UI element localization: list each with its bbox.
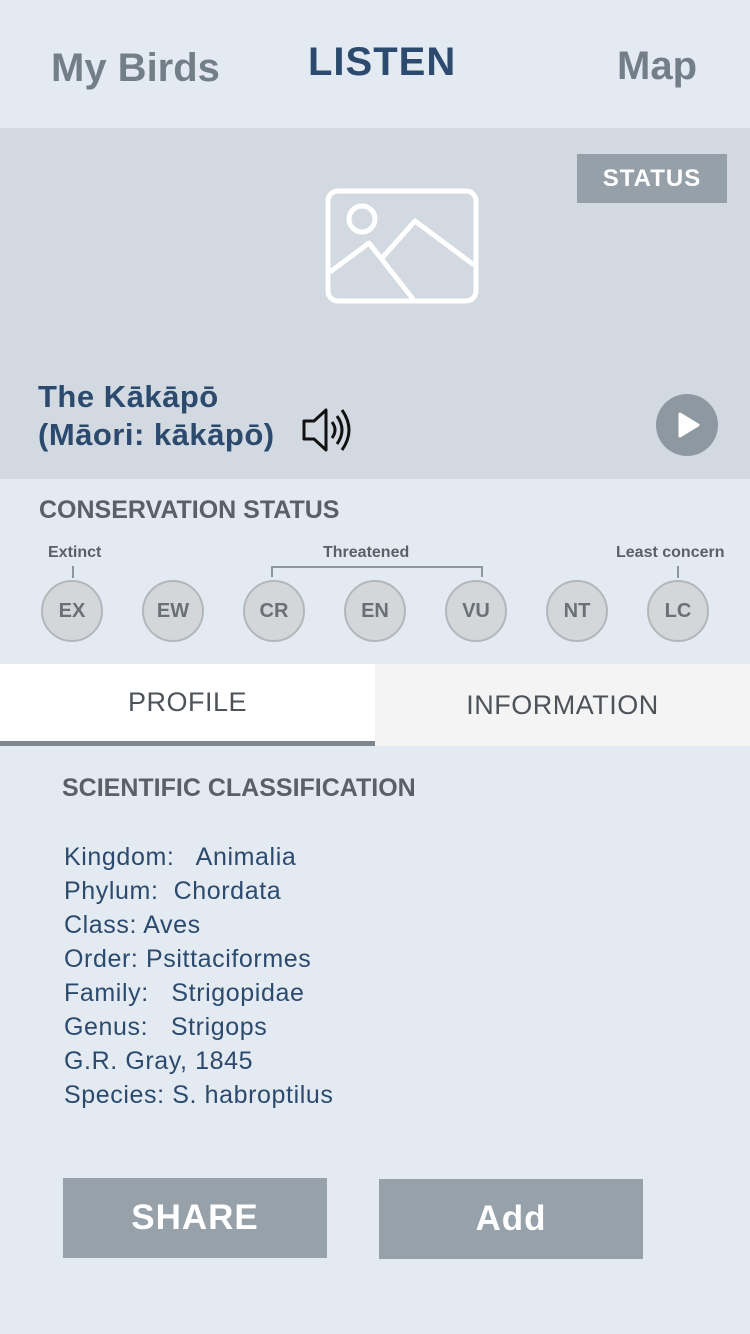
bird-name-line-1: The Kākāpō (38, 379, 219, 414)
status-vu[interactable]: VU (445, 580, 507, 642)
label-extinct: Extinct (48, 544, 102, 561)
status-ex[interactable]: EX (41, 580, 103, 642)
label-threatened: Threatened (323, 544, 410, 561)
status-ew[interactable]: EW (142, 580, 204, 642)
classification-family: Family: Strigopidae (64, 979, 305, 1007)
add-button[interactable]: Add (379, 1179, 643, 1259)
status-nt[interactable]: NT (546, 580, 608, 642)
classification-class: Class: Aves (64, 911, 201, 939)
tab-bar: PROFILE INFORMATION (0, 664, 750, 746)
classification-list: Kingdom: Animalia Phylum: Chordata Class… (64, 840, 334, 1112)
status-cr[interactable]: CR (243, 580, 305, 642)
tab-information[interactable]: INFORMATION (375, 664, 750, 746)
nav-map[interactable]: Map (617, 44, 697, 89)
top-navigation: My Birds LISTEN Map (0, 0, 750, 128)
bird-name: The Kākāpō (Māori: kākāpō) (38, 378, 275, 454)
play-icon (678, 412, 700, 438)
nav-listen[interactable]: LISTEN (308, 40, 456, 85)
speaker-icon[interactable] (300, 404, 352, 456)
classification-kingdom: Kingdom: Animalia (64, 843, 297, 871)
nav-my-birds[interactable]: My Birds (51, 46, 220, 91)
bird-name-line-2: (Māori: kākāpō) (38, 417, 275, 452)
classification-authority: G.R. Gray, 1845 (64, 1047, 254, 1075)
classification-title: SCIENTIFIC CLASSIFICATION (62, 774, 416, 802)
least-concern-tick (677, 566, 679, 578)
share-button[interactable]: SHARE (63, 1178, 327, 1258)
tab-profile[interactable]: PROFILE (0, 664, 375, 746)
label-least-concern: Least concern (616, 544, 725, 561)
bird-hero: STATUS The Kākāpō (Māori: kākāpō) (0, 128, 750, 479)
threatened-bracket (271, 566, 483, 577)
conservation-status-title: CONSERVATION STATUS (39, 496, 340, 524)
status-button[interactable]: STATUS (577, 154, 727, 203)
play-button[interactable] (656, 394, 718, 456)
classification-species: Species: S. habroptilus (64, 1081, 334, 1109)
extinct-tick (72, 566, 74, 578)
status-lc[interactable]: LC (647, 580, 709, 642)
classification-phylum: Phylum: Chordata (64, 877, 282, 905)
image-placeholder-icon (325, 188, 479, 304)
status-en[interactable]: EN (344, 580, 406, 642)
classification-order: Order: Psittaciformes (64, 945, 312, 973)
classification-genus: Genus: Strigops (64, 1013, 268, 1041)
